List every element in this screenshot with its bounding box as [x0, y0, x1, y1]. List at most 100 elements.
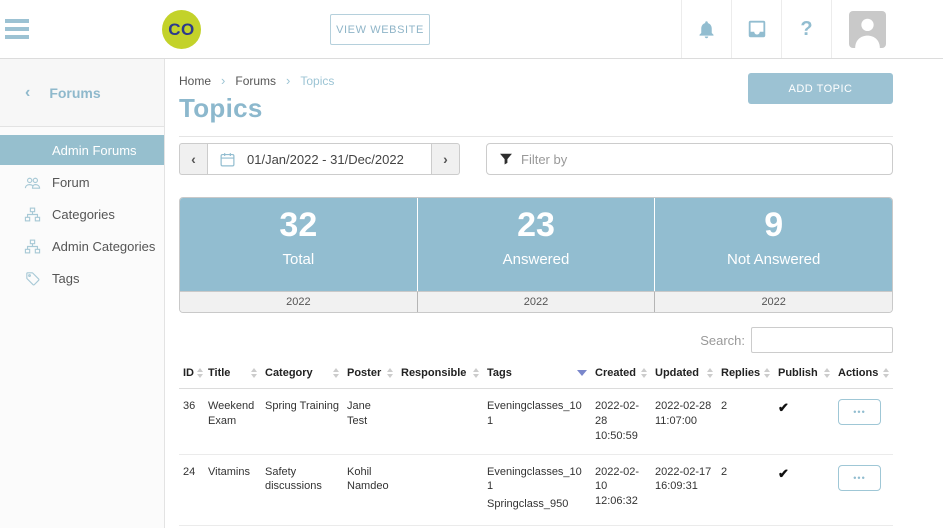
column-header-updated[interactable]: Updated [651, 358, 717, 389]
filter-input[interactable] [521, 152, 892, 167]
row-actions-button[interactable]: ••• [838, 465, 881, 491]
column-label: Tags [487, 367, 512, 379]
stat-not-answered-year: 2022 [654, 292, 892, 312]
toolbar: ‹ 01/Jan/2022 - 31/Dec/2022 › [179, 143, 893, 175]
stat-total-value: 32 [180, 207, 417, 244]
cell-responsible [397, 389, 483, 455]
cell-replies: 2 [717, 454, 774, 526]
cell-title: Vitamins [204, 454, 261, 526]
row-actions-button[interactable]: ••• [838, 399, 881, 425]
column-header-title[interactable]: Title [204, 358, 261, 389]
date-prev-button[interactable]: ‹ [179, 143, 207, 175]
app-logo[interactable]: CO [162, 10, 201, 49]
sort-arrows-icon [251, 368, 257, 378]
stat-answered-value: 23 [418, 207, 655, 244]
filter-funnel-icon [499, 152, 513, 166]
search-label: Search: [700, 333, 745, 348]
column-header-category[interactable]: Category [261, 358, 343, 389]
cell-title: Weekend Exam [204, 389, 261, 455]
sort-arrows-icon [641, 368, 647, 378]
chevron-left-icon: ‹ [25, 84, 30, 102]
column-header-id[interactable]: ID [179, 358, 204, 389]
sidebar-item-label: Admin Forums [52, 143, 137, 158]
cell-created: 2022-02-28 10:50:59 [591, 389, 651, 455]
sidebar-item-label: Categories [52, 207, 115, 222]
column-header-tags[interactable]: Tags [483, 358, 591, 389]
cell-replies: 2 [717, 389, 774, 455]
stat-total-label: Total [180, 251, 417, 268]
table-search-row: Search: [179, 327, 893, 353]
sidebar-item-label: Forum [52, 175, 90, 190]
inbox-messages-icon[interactable] [731, 0, 781, 58]
filter-field [486, 143, 893, 175]
sort-arrows-icon [824, 368, 830, 378]
cell-tags: Eveningclasses_101Springclass_950 [483, 454, 591, 526]
sidebar-item-categories[interactable]: Categories [0, 199, 164, 229]
breadcrumb-home[interactable]: Home [179, 74, 211, 88]
hamburger-menu-icon[interactable] [5, 12, 39, 46]
cell-publish: ✔ [774, 389, 834, 455]
sort-arrows-icon [333, 368, 339, 378]
publish-check-icon: ✔ [778, 400, 789, 415]
sort-descending-icon [577, 370, 587, 376]
tag-value: Springclass_950 [487, 497, 587, 512]
cell-responsible [397, 454, 483, 526]
search-input[interactable] [751, 327, 893, 353]
add-topic-button[interactable]: ADD TOPIC [748, 73, 893, 104]
column-label: Created [595, 367, 636, 379]
cell-category: Safety discussions [261, 454, 343, 526]
sidebar-item-admin-categories[interactable]: Admin Categories [0, 231, 164, 261]
sidebar-back-forums[interactable]: ‹ Forums [0, 59, 164, 127]
column-label: Category [265, 367, 313, 379]
sitemap-icon [24, 206, 41, 223]
sidebar-item-tags[interactable]: Tags [0, 263, 164, 293]
stats-summary-bar: 32 Total 23 Answered 9 Not Answered 2022… [179, 197, 893, 313]
cell-id: 24 [179, 454, 204, 526]
sort-arrows-icon [764, 368, 770, 378]
column-header-replies[interactable]: Replies [717, 358, 774, 389]
sitemap-icon [24, 238, 41, 255]
sort-arrows-icon [883, 368, 889, 378]
topics-table: ID Title Category Poster Responsible Tags Crea… [179, 358, 893, 528]
table-row: 36Weekend ExamSpring TrainingJane TestEv… [179, 389, 893, 455]
column-label: Actions [838, 367, 878, 379]
table-header-row: ID Title Category Poster Responsible Tags Crea… [179, 358, 893, 389]
breadcrumb-separator-icon: › [286, 73, 290, 88]
sort-arrows-icon [707, 368, 713, 378]
date-range-display[interactable]: 01/Jan/2022 - 31/Dec/2022 [207, 143, 432, 175]
sidebar-item-admin-forums[interactable]: Admin Forums [0, 135, 164, 165]
view-website-button[interactable]: VIEW WEBSITE [330, 14, 430, 45]
user-avatar[interactable] [831, 0, 943, 58]
main-content: Home › Forums › Topics Topics ADD TOPIC … [165, 59, 943, 528]
help-icon[interactable]: ? [781, 0, 831, 58]
calendar-icon [219, 151, 236, 168]
column-label: ID [183, 367, 194, 379]
column-header-publish[interactable]: Publish [774, 358, 834, 389]
breadcrumb-forums[interactable]: Forums [235, 74, 276, 88]
column-header-actions[interactable]: Actions [834, 358, 893, 389]
column-label: Poster [347, 367, 381, 379]
stat-not-answered-value: 9 [655, 207, 892, 244]
sidebar-back-label: Forums [49, 85, 100, 101]
stat-answered: 23 Answered [417, 198, 655, 291]
stat-total-year: 2022 [180, 292, 417, 312]
sort-arrows-icon [387, 368, 393, 378]
stat-answered-year: 2022 [417, 292, 655, 312]
cell-tags: Eveningclasses_101 [483, 389, 591, 455]
group-icon [24, 174, 41, 191]
column-label: Updated [655, 367, 699, 379]
column-header-poster[interactable]: Poster [343, 358, 397, 389]
cell-poster: Kohil Namdeo [343, 454, 397, 526]
sidebar-item-label: Admin Categories [52, 239, 155, 254]
column-header-responsible[interactable]: Responsible [397, 358, 483, 389]
avatar-person-icon [849, 11, 886, 48]
column-header-created[interactable]: Created [591, 358, 651, 389]
cell-updated: 2022-02-17 16:09:31 [651, 454, 717, 526]
cell-actions: ••• [834, 454, 893, 526]
cell-id: 36 [179, 389, 204, 455]
header-icon-group: ? [681, 0, 943, 58]
top-header: CO VIEW WEBSITE ? [0, 0, 943, 59]
sidebar-item-forum[interactable]: Forum [0, 167, 164, 197]
notifications-bell-icon[interactable] [681, 0, 731, 58]
date-next-button[interactable]: › [432, 143, 460, 175]
